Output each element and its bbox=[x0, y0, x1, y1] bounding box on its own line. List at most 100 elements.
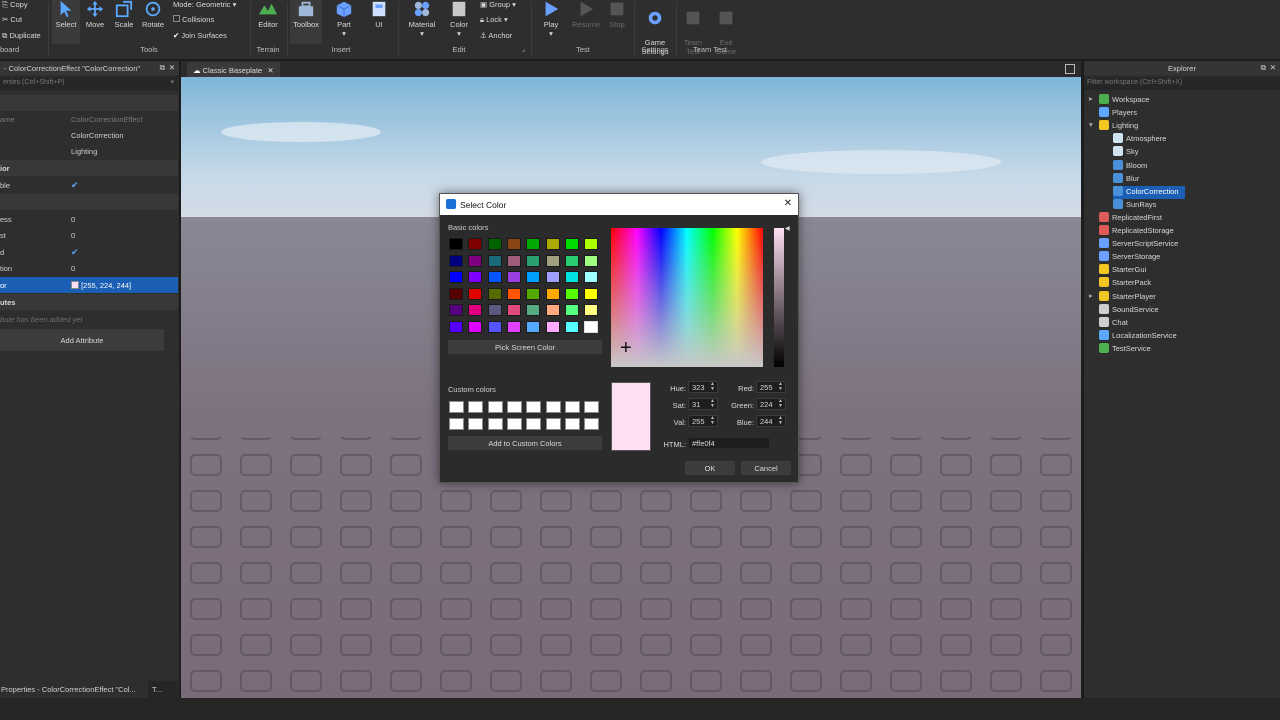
basic-color-swatch[interactable] bbox=[468, 304, 483, 317]
custom-color-swatch[interactable] bbox=[468, 401, 484, 413]
add-to-custom-colors-button[interactable]: Add to Custom Colors bbox=[448, 436, 602, 450]
basic-color-swatch[interactable] bbox=[506, 321, 521, 333]
basic-color-swatch[interactable] bbox=[564, 271, 579, 284]
close-icon[interactable]: ✕ bbox=[169, 63, 175, 72]
basic-color-swatch[interactable] bbox=[449, 271, 463, 284]
tab-properties[interactable]: Properties - ColorCorrectionEffect "Col.… bbox=[0, 681, 148, 698]
spin-arrows-icon[interactable]: ▲ ▼ bbox=[710, 382, 715, 392]
explorer-item-chat[interactable]: Chat bbox=[1099, 316, 1128, 330]
basic-color-swatch[interactable] bbox=[564, 321, 579, 333]
part-button[interactable]: Part ▾ bbox=[331, 0, 357, 38]
section-attributes[interactable]: utes bbox=[0, 294, 178, 310]
red-spinbox[interactable]: 255 ▲ ▼ bbox=[756, 381, 786, 393]
explorer-item-serverscriptservice[interactable]: ServerScriptService bbox=[1099, 238, 1178, 251]
copy-button[interactable]: ⎘ Copy bbox=[2, 0, 28, 10]
basic-color-swatch[interactable] bbox=[526, 238, 541, 250]
spin-arrows-icon[interactable]: ▲ ▼ bbox=[778, 382, 783, 392]
basic-color-swatch[interactable] bbox=[487, 287, 502, 300]
basic-color-swatch[interactable] bbox=[545, 254, 560, 267]
basic-color-swatch[interactable] bbox=[526, 304, 541, 317]
explorer-item-starterpack[interactable]: StarterPack bbox=[1099, 277, 1151, 290]
explorer-item-players[interactable]: Players bbox=[1099, 107, 1137, 120]
custom-color-swatch[interactable] bbox=[545, 418, 561, 430]
basic-color-swatch[interactable] bbox=[487, 238, 502, 250]
custom-color-swatch[interactable] bbox=[545, 401, 561, 413]
explorer-item-sunrays[interactable]: SunRays bbox=[1113, 198, 1156, 212]
prop-tintcolor[interactable]: or [255, 224, 244] bbox=[0, 277, 178, 293]
prop-parent[interactable]: Lighting bbox=[0, 143, 178, 159]
explorer-item-replicatedfirst[interactable]: ReplicatedFirst bbox=[1099, 211, 1162, 225]
toolbox-button[interactable]: Toolbox bbox=[290, 0, 322, 44]
explorer-item-localizationservice[interactable]: LocalizationService bbox=[1099, 329, 1177, 343]
checkmark-icon[interactable]: ✔ bbox=[71, 248, 80, 257]
basic-color-swatch[interactable] bbox=[468, 271, 483, 284]
basic-color-swatch[interactable] bbox=[545, 238, 560, 250]
spin-arrows-icon[interactable]: ▲ ▼ bbox=[710, 399, 715, 409]
basic-color-swatch[interactable] bbox=[506, 254, 521, 267]
move-tool-button[interactable]: Move bbox=[82, 0, 108, 29]
custom-color-swatch[interactable] bbox=[449, 401, 464, 413]
explorer-item-atmosphere[interactable]: Atmosphere bbox=[1113, 133, 1166, 146]
close-icon[interactable]: ✕ bbox=[267, 66, 273, 75]
select-tool-button[interactable]: Select bbox=[52, 0, 80, 44]
add-attribute-button[interactable]: Add Attribute bbox=[0, 329, 164, 351]
section-data[interactable] bbox=[0, 95, 178, 111]
basic-color-swatch[interactable] bbox=[506, 304, 521, 317]
custom-color-swatch[interactable] bbox=[584, 418, 600, 430]
explorer-item-colorcorrection[interactable]: ColorCorrection bbox=[1113, 185, 1185, 199]
basic-color-swatch[interactable] bbox=[506, 287, 521, 300]
cut-button[interactable]: ✂ Cut bbox=[2, 15, 22, 24]
custom-color-swatch[interactable] bbox=[564, 401, 580, 413]
basic-color-swatch[interactable] bbox=[564, 254, 579, 267]
checkmark-icon[interactable]: ✔ bbox=[71, 181, 80, 190]
collisions-toggle[interactable]: Collisions bbox=[173, 15, 214, 24]
basic-color-swatch[interactable] bbox=[526, 254, 541, 267]
basic-color-swatch[interactable] bbox=[487, 321, 502, 333]
prop-name[interactable]: ColorCorrection bbox=[0, 127, 178, 143]
basic-color-swatch[interactable] bbox=[584, 254, 599, 267]
basic-color-swatch[interactable] bbox=[545, 304, 560, 317]
basic-color-swatch[interactable] bbox=[468, 287, 483, 300]
basic-color-swatch[interactable] bbox=[468, 238, 483, 250]
explorer-filter-input[interactable]: Filter workspace (Ctrl+Shift+X) bbox=[1084, 77, 1280, 90]
basic-color-swatch[interactable] bbox=[449, 254, 463, 267]
ok-button[interactable]: OK bbox=[685, 461, 735, 475]
html-hex-input[interactable]: #ffe0f4 bbox=[688, 437, 770, 449]
custom-color-swatch[interactable] bbox=[487, 418, 503, 430]
basic-color-swatch[interactable] bbox=[584, 271, 599, 284]
mode-dropdown[interactable]: Mode: Geometric ▾ bbox=[173, 0, 236, 9]
explorer-item-soundservice[interactable]: SoundService bbox=[1099, 303, 1159, 317]
basic-color-swatch[interactable] bbox=[506, 238, 521, 250]
custom-color-swatch[interactable] bbox=[449, 418, 464, 430]
explorer-item-startergui[interactable]: StarterGui bbox=[1099, 264, 1146, 277]
basic-color-swatch[interactable] bbox=[526, 321, 541, 333]
basic-color-swatch[interactable] bbox=[487, 304, 502, 317]
explorer-item-starterplayer[interactable]: ▸ StarterPlayer bbox=[1089, 290, 1156, 304]
custom-color-swatch[interactable] bbox=[526, 401, 542, 413]
explorer-item-workspace[interactable]: ▸ Workspace bbox=[1089, 94, 1149, 107]
prop-enabled[interactable]: ble ✔ bbox=[0, 177, 178, 193]
blue-spinbox[interactable]: 244 ▲ ▼ bbox=[756, 415, 786, 427]
group-button[interactable]: ▣ Group ▾ bbox=[480, 0, 516, 9]
basic-color-swatch[interactable] bbox=[526, 287, 541, 300]
pick-screen-color-button[interactable]: Pick Screen Color bbox=[448, 340, 602, 354]
lock-button[interactable]: 🔒︎ Lock ▾ bbox=[480, 15, 508, 25]
explorer-item-replicatedstorage[interactable]: ReplicatedStorage bbox=[1099, 225, 1174, 238]
basic-color-swatch[interactable] bbox=[564, 238, 579, 250]
explorer-item-serverstorage[interactable]: ServerStorage bbox=[1099, 251, 1160, 264]
basic-color-swatch[interactable] bbox=[545, 321, 560, 333]
basic-color-swatch[interactable] bbox=[468, 321, 483, 333]
terrain-editor-button[interactable]: Editor bbox=[254, 0, 282, 29]
popout-icon[interactable]: ⧉ bbox=[160, 63, 165, 73]
custom-color-swatch[interactable] bbox=[526, 418, 542, 430]
basic-color-swatch[interactable] bbox=[487, 254, 502, 267]
section-behavior[interactable]: ior bbox=[0, 160, 178, 176]
spin-arrows-icon[interactable]: ▲ ▼ bbox=[778, 399, 783, 409]
chevron-right-icon[interactable]: ▸ bbox=[1089, 291, 1093, 300]
basic-color-swatch[interactable] bbox=[526, 271, 541, 284]
scale-tool-button[interactable]: Scale bbox=[111, 0, 137, 29]
explorer-item-sky[interactable]: Sky bbox=[1113, 146, 1139, 159]
basic-color-swatch[interactable] bbox=[584, 321, 599, 333]
prop-brightness[interactable]: ess 0 bbox=[0, 211, 178, 227]
prop-contrast[interactable]: st 0 bbox=[0, 227, 178, 243]
